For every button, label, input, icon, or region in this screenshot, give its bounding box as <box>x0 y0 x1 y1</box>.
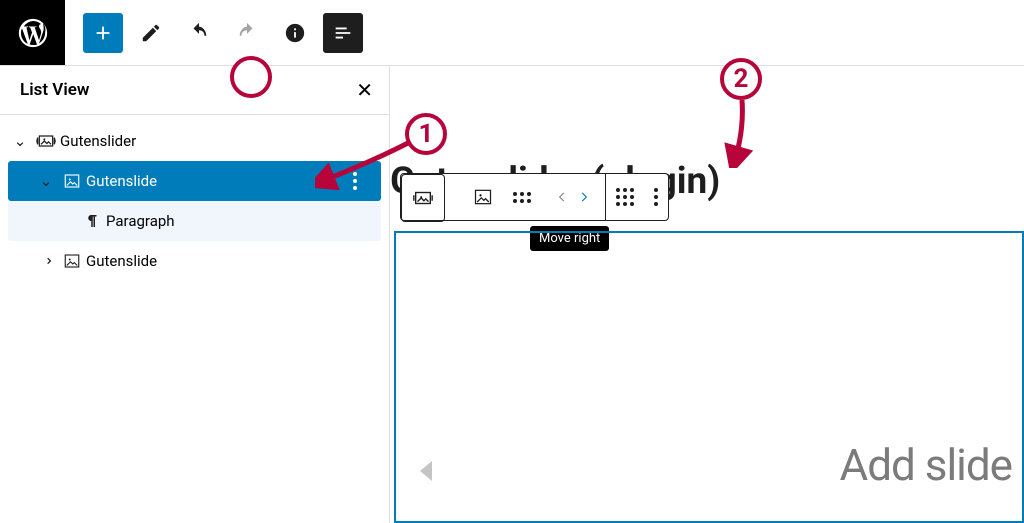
list-view-panel: List View ✕ ⌄ Gutenslider ⌄ Gutenslide <box>0 66 390 523</box>
block-toolbar <box>400 173 669 221</box>
list-view-icon <box>332 22 354 44</box>
drag-icon <box>513 192 531 203</box>
slider-block-icon <box>412 187 434 209</box>
edit-mode-button[interactable] <box>131 13 171 53</box>
redo-button[interactable] <box>227 13 267 53</box>
undo-icon <box>188 22 210 44</box>
move-right-button[interactable] <box>573 190 595 204</box>
image-block-icon <box>473 187 493 207</box>
tree-item-gutenslider[interactable]: ⌄ Gutenslider <box>8 121 381 161</box>
paragraph-block-icon <box>78 212 106 230</box>
tree-item-paragraph[interactable]: Paragraph <box>8 201 381 241</box>
drag-handle[interactable] <box>503 174 541 220</box>
chevron-right-icon[interactable]: ⌄ <box>37 249 55 273</box>
chevron-left-icon <box>555 190 569 204</box>
redo-icon <box>236 22 258 44</box>
annotation-badge-2: 2 <box>720 58 762 100</box>
chevron-down-icon[interactable]: ⌄ <box>34 172 58 190</box>
gutenslide-block[interactable]: Add slide <box>394 231 1024 523</box>
list-view-title: List View <box>20 80 89 100</box>
undo-button[interactable] <box>179 13 219 53</box>
image-block-icon <box>58 172 86 190</box>
alignment-icon <box>616 188 634 206</box>
chevron-down-icon[interactable]: ⌄ <box>8 132 32 150</box>
tree-item-label: Gutenslide <box>86 172 353 190</box>
tree-item-options-button[interactable] <box>353 172 381 190</box>
info-button[interactable] <box>275 13 315 53</box>
tree-item-label: Gutenslide <box>86 252 381 270</box>
move-controls <box>541 174 605 220</box>
wordpress-icon <box>16 16 50 50</box>
tree-item-label: Gutenslider <box>60 132 381 150</box>
select-parent-button[interactable] <box>401 174 445 222</box>
slider-block-icon <box>32 131 60 151</box>
chevron-right-icon <box>577 190 591 204</box>
alignment-button[interactable] <box>606 174 644 220</box>
list-view-toggle-button[interactable] <box>323 13 363 53</box>
move-left-button[interactable] <box>551 190 573 204</box>
tree-item-label: Paragraph <box>106 212 381 230</box>
image-block-icon <box>58 252 86 270</box>
tree-item-gutenslide-2[interactable]: ⌄ Gutenslide <box>8 241 381 281</box>
tree-item-gutenslide-1[interactable]: ⌄ Gutenslide <box>8 161 381 201</box>
plus-icon <box>92 22 114 44</box>
block-options-button[interactable] <box>644 174 668 220</box>
block-type-button[interactable] <box>463 174 503 220</box>
editor-canvas: Gutenslider (plugin) <box>390 66 1024 523</box>
close-list-view-button[interactable]: ✕ <box>356 80 373 100</box>
more-icon <box>654 188 658 206</box>
annotation-badge-1: 1 <box>405 113 447 155</box>
previous-slide-arrow[interactable] <box>420 461 432 481</box>
pencil-icon <box>140 22 162 44</box>
info-icon <box>284 22 306 44</box>
add-block-button[interactable] <box>83 13 123 53</box>
wordpress-logo[interactable] <box>0 0 65 65</box>
add-slide-placeholder[interactable]: Add slide <box>840 439 1013 491</box>
